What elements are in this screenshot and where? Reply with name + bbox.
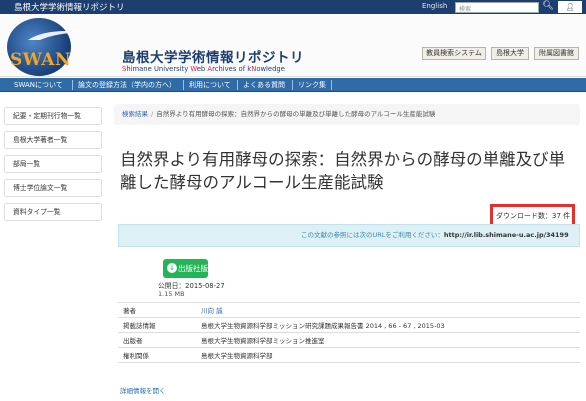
- logo-text: SWAN: [10, 50, 72, 70]
- nav-links[interactable]: リンク集: [298, 80, 326, 90]
- table-row: 著者 川向 誠: [118, 302, 580, 318]
- search-input[interactable]: 検索: [455, 2, 539, 13]
- breadcrumb: 検索結果 / 自然界より有用酵母の探索：自然界からの酵母の単離及び単離した酵母のアル…: [114, 104, 580, 125]
- meta-value-author[interactable]: 川向 誠: [196, 302, 580, 318]
- table-row: 権利関係 島根大学生物資源科学部: [118, 347, 580, 363]
- repository-subtitle: Shimane University Web Archives of kNowl…: [122, 65, 285, 73]
- sidebar: 紀要・定期刊行物一覧 島根大学著者一覧 部局一覧 博士学位論文一覧 資料タイプ一…: [4, 107, 102, 227]
- meta-key: 出版者: [118, 332, 196, 348]
- meta-value: 島根大学生物資源科学部: [196, 347, 580, 363]
- sidebar-item-theses[interactable]: 博士学位論文一覧: [4, 179, 102, 197]
- breadcrumb-search-results[interactable]: 検索結果: [122, 110, 148, 118]
- search-icon[interactable]: 🔍︎: [542, 1, 554, 13]
- sidebar-item-types[interactable]: 資料タイプ一覧: [4, 203, 102, 221]
- publisher-pdf-button[interactable]: ↓ 出版社版PDF: [163, 259, 208, 292]
- site-header: SWAN 島根大学学術情報リポジトリ Shimane University We…: [0, 14, 586, 77]
- file-size: 1.15 MB: [158, 290, 185, 298]
- metadata-table: 著者 川向 誠 掲載誌情報 島根大学生物資源科学部ミッション研究課題成果報告書 …: [118, 302, 580, 363]
- meta-key: 掲載誌情報: [118, 317, 196, 333]
- university-button[interactable]: 島根大学: [491, 47, 529, 60]
- swan-bird-icon: [28, 31, 84, 40]
- reference-url-bar: この文献の参照には次のURLをご利用ください：http://ir.lib.shi…: [118, 224, 580, 247]
- site-name[interactable]: 島根大学学術情報リポジトリ: [14, 1, 125, 13]
- download-icon: ↓: [167, 263, 177, 273]
- meta-value: 島根大学生物資源科学部ミッション推進室: [196, 332, 580, 348]
- nav-divider: [183, 80, 184, 90]
- nav-divider: [237, 80, 238, 90]
- nav-divider: [72, 80, 73, 90]
- nav-divider: [292, 80, 293, 90]
- main-nav: SWANについて 論文の登録方法（学内の方へ） 利用について よくある質問 リン…: [0, 78, 586, 92]
- faculty-search-button[interactable]: 教員検索システム: [422, 47, 486, 60]
- top-bar: 島根大学学術情報リポジトリ English 検索 🔍︎ 👤︎: [0, 0, 586, 14]
- nav-usage[interactable]: 利用について: [189, 80, 231, 90]
- nav-registration[interactable]: 論文の登録方法（学内の方へ）: [78, 80, 176, 90]
- library-button[interactable]: 附属図書館: [534, 47, 579, 60]
- nav-divider: [331, 80, 332, 90]
- meta-key: 権利関係: [118, 347, 196, 363]
- meta-key: 著者: [118, 302, 196, 318]
- breadcrumb-separator: /: [151, 110, 154, 118]
- reference-url-label: この文献の参照には次のURLをご利用ください：: [301, 231, 444, 239]
- breadcrumb-current: 自然界より有用酵母の探索：自然界からの酵母の単離及び単離した酵母のアルコール生産…: [156, 110, 436, 118]
- table-row: 出版者 島根大学生物資源科学部ミッション推進室: [118, 332, 580, 348]
- login-button[interactable]: 👤︎: [558, 1, 582, 13]
- page-title: 自然界より有用酵母の探索：自然界からの酵母の単離及び単離した酵母のアルコール生産…: [120, 150, 566, 192]
- swan-logo[interactable]: SWAN: [4, 16, 104, 76]
- published-date: 公開日：2015-08-27: [158, 282, 225, 290]
- show-details-link[interactable]: 詳細情報を開く: [120, 385, 166, 395]
- sidebar-item-departments[interactable]: 部局一覧: [4, 155, 102, 173]
- english-link[interactable]: English: [422, 2, 447, 10]
- download-count: ダウンロード数：37 件: [496, 212, 571, 220]
- table-row: 掲載誌情報 島根大学生物資源科学部ミッション研究課題成果報告書 2014 , 6…: [118, 317, 580, 333]
- nav-faq[interactable]: よくある質問: [243, 80, 285, 90]
- sidebar-item-bulletins[interactable]: 紀要・定期刊行物一覧: [4, 107, 102, 125]
- nav-about[interactable]: SWANについて: [14, 80, 63, 90]
- meta-value: 島根大学生物資源科学部ミッション研究課題成果報告書 2014 , 66 - 67…: [196, 317, 580, 333]
- repository-title: 島根大学学術情報リポジトリ: [122, 50, 304, 66]
- reference-url[interactable]: http://ir.lib.shimane-u.ac.jp/34199: [444, 231, 569, 239]
- sidebar-item-authors[interactable]: 島根大学著者一覧: [4, 131, 102, 149]
